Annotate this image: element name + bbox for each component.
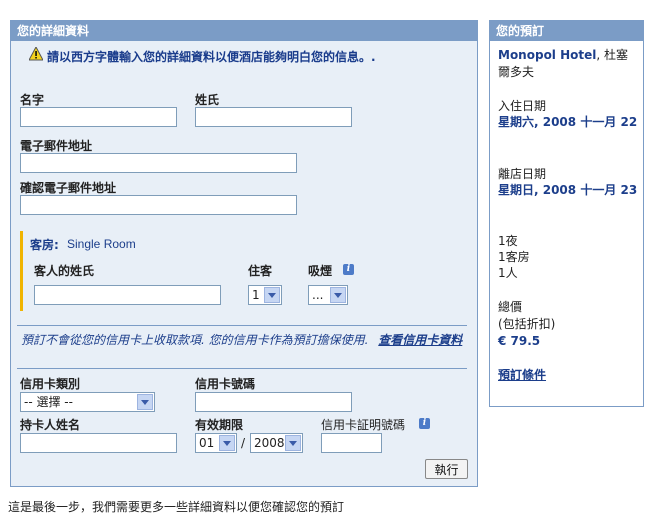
divider <box>17 368 467 369</box>
info-icon[interactable]: i <box>419 418 430 429</box>
checkin-date: 星期六, 2008 十一月 22 <box>498 115 638 129</box>
confirm-email-input[interactable] <box>20 195 297 215</box>
chevron-down-icon <box>264 287 280 303</box>
email-input[interactable] <box>20 153 297 173</box>
email-label: 電子郵件地址 <box>20 139 93 153</box>
first-name-input[interactable] <box>20 107 177 127</box>
persons: 1人 <box>498 266 518 280</box>
confirm-email-label: 確認電子郵件地址 <box>20 181 117 195</box>
cvv-input[interactable] <box>321 433 382 453</box>
info-icon[interactable]: i <box>343 264 354 275</box>
occupants-label: 住客 <box>248 264 273 278</box>
card-type-label: 信用卡類別 <box>20 377 81 391</box>
expiry-separator: / <box>241 436 246 450</box>
total-label: 總價 <box>498 300 523 314</box>
holder-name-label: 持卡人姓名 <box>20 418 81 432</box>
expiry-month-select[interactable]: 01 <box>195 433 237 453</box>
booking-panel: 您的預訂 Monopol Hotel, 杜塞爾多夫 入住日期 星期六, 2008… <box>489 20 644 407</box>
expiry-year-select[interactable]: 2008 <box>250 433 303 453</box>
submit-button[interactable]: 執行 <box>425 459 468 479</box>
hotel-info: Monopol Hotel, 杜塞爾多夫 <box>498 47 638 81</box>
card-notice: 預訂不會從您的信用卡上收取款項. 您的信用卡作為預訂擔保使用. 查看信用卡資料 <box>21 332 463 349</box>
card-number-label: 信用卡號碼 <box>195 377 256 391</box>
hotel-name: Monopol Hotel <box>498 48 597 62</box>
rooms: 1客房 <box>498 250 530 264</box>
total-price: € 79.5 <box>498 334 541 348</box>
terms-link[interactable]: 預訂條件 <box>498 367 546 384</box>
card-notice-text: 預訂不會從您的信用卡上收取款項. 您的信用卡作為預訂擔保使用. <box>21 333 369 347</box>
last-name-label: 姓氏 <box>195 93 220 107</box>
cvv-label: 信用卡証明號碼 <box>321 418 406 432</box>
chevron-down-icon <box>330 287 346 303</box>
smoking-label: 吸煙 <box>308 264 333 278</box>
warning-text: 請以西方字體輸入您的詳細資料以便酒店能夠明白您的信息。. <box>47 50 376 64</box>
chevron-down-icon <box>137 394 153 410</box>
occupants-value: 1 <box>252 288 260 302</box>
discount-note: (包括折扣) <box>498 317 556 331</box>
card-type-select[interactable]: -- 選擇 -- <box>20 392 155 412</box>
smoking-value: ... <box>312 288 324 302</box>
details-panel: 您的詳細資料 請以西方字體輸入您的詳細資料以便酒店能夠明白您的信息。. 名字 姓… <box>10 20 478 487</box>
smoking-select[interactable]: ... <box>308 285 348 305</box>
guest-name-input[interactable] <box>34 285 221 305</box>
guest-name-label: 客人的姓氏 <box>34 264 95 278</box>
room-type: Single Room <box>67 237 136 251</box>
chevron-down-icon <box>219 435 235 451</box>
booking-header: 您的預訂 <box>490 21 643 41</box>
occupants-select[interactable]: 1 <box>248 285 282 305</box>
room-prefix: 客房: <box>30 238 59 252</box>
last-name-input[interactable] <box>195 107 352 127</box>
expiry-month-value: 01 <box>199 436 215 450</box>
first-name-label: 名字 <box>20 93 45 107</box>
expiry-year-value: 2008 <box>254 436 285 450</box>
card-type-value: -- 選擇 -- <box>24 395 73 409</box>
card-info-link[interactable]: 查看信用卡資料 <box>378 333 462 347</box>
checkout-label: 離店日期 <box>498 167 547 181</box>
nights: 1夜 <box>498 234 518 248</box>
checkin-label: 入住日期 <box>498 99 547 113</box>
chevron-down-icon <box>285 435 301 451</box>
divider <box>17 325 467 326</box>
checkout-date: 星期日, 2008 十一月 23 <box>498 183 638 197</box>
room-block: 客房: Single Room 客人的姓氏 住客 1 吸煙 i ... <box>20 231 473 311</box>
card-number-input[interactable] <box>195 392 352 412</box>
warning-icon <box>28 45 44 61</box>
holder-name-input[interactable] <box>20 433 177 453</box>
details-header: 您的詳細資料 <box>11 21 477 41</box>
footer-text: 這是最後一步，我們需要更多一些詳細資料以便您確認您的預訂 <box>8 500 345 514</box>
expiry-label: 有效期限 <box>195 418 244 432</box>
